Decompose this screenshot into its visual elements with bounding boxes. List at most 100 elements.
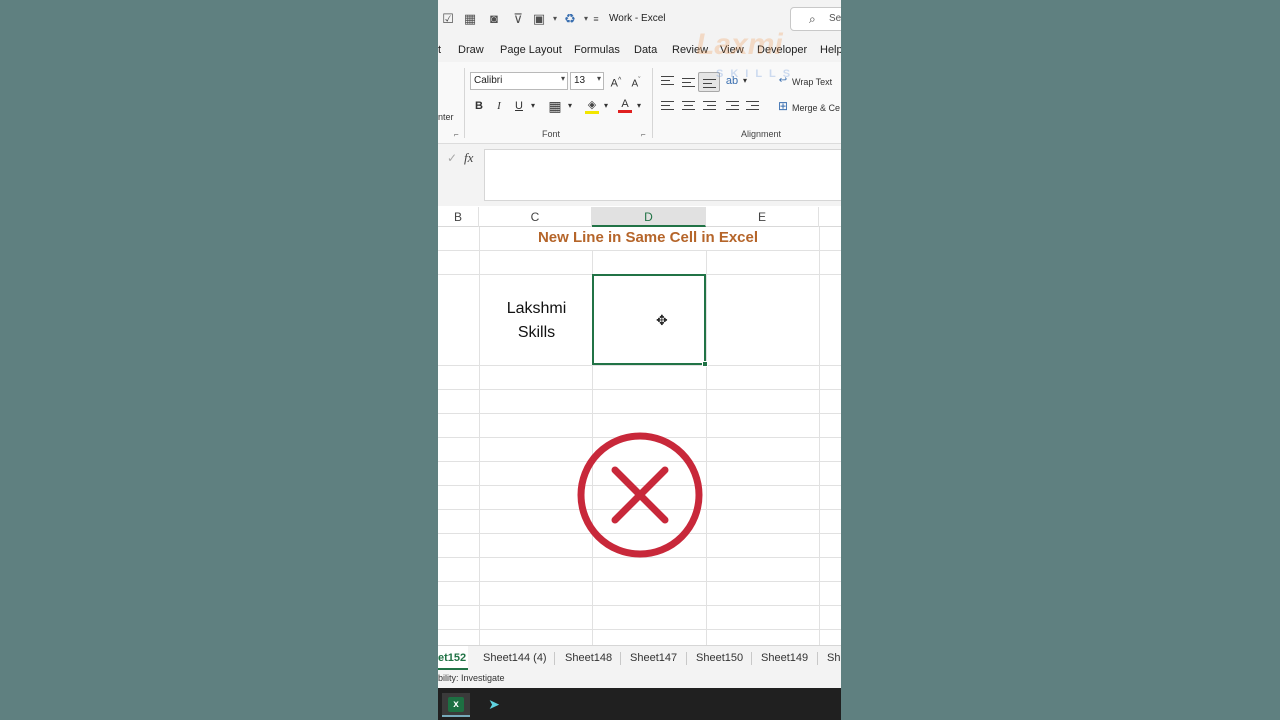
chevron-down-icon[interactable]: ▾ [634,97,644,115]
top-align-icon[interactable] [661,76,674,88]
table-icon[interactable]: ▦ [462,11,478,27]
image-icon[interactable]: ▣ [531,11,547,27]
decrease-font-size-button[interactable]: Aˇ [628,72,644,90]
gridline [438,413,841,414]
sheet-tab[interactable]: She [827,646,841,670]
chevron-down-icon: ▾ [560,74,565,83]
align-left-icon[interactable] [661,101,674,113]
sheet-tab[interactable]: Sheet147 [630,646,677,670]
bottom-align-icon [703,76,716,88]
paint-format-icon[interactable]: ♻ [562,11,578,27]
cell-c3-line2: Skills [517,324,556,341]
filter-icon[interactable]: ⊽ [510,11,526,27]
right-background [841,0,1280,720]
tab-page-layout[interactable]: Page Layout [500,44,562,56]
wrap-text-button[interactable]: Wrap Text [792,77,832,87]
gridline [438,250,841,251]
chevron-down-icon[interactable]: ▾ [601,97,611,115]
dialog-launcher-icon[interactable]: ⌐ [454,130,459,139]
font-group-label: Font [542,129,561,139]
checkbox-icon[interactable]: ☑ [440,11,456,27]
accessibility-status[interactable]: bility: Investigate [438,673,505,683]
gridline [819,227,820,645]
gridline [438,581,841,582]
chevron-down-icon[interactable]: ▾ [528,97,538,115]
search-text: Se [829,13,841,24]
font-name-combo[interactable]: Calibri ▾ [470,72,568,90]
formula-controls: ✓ fx [438,148,482,170]
chevron-down-icon[interactable]: ▾ [547,11,563,27]
excel-window: ☑ ▦ ◙ ⊽ ▣ ▾ ♻ ▾ ≡ Work - Excel ⌕ Se t Dr… [438,0,841,720]
column-header-c[interactable]: C [479,207,592,227]
align-right-icon[interactable] [703,101,716,113]
sheet-tab[interactable]: Sheet150 [696,646,743,670]
taskbar: x ➤ [438,688,841,720]
fill-color-icon[interactable]: ◈ [584,96,600,114]
app-taskbar-icon[interactable]: ➤ [482,693,506,717]
search-icon: ⌕ [809,12,816,26]
tab-help[interactable]: Help [820,44,841,56]
tab-formulas[interactable]: Formulas [574,44,620,56]
borders-icon[interactable]: ▦ [547,97,563,115]
tab-insert[interactable]: t [438,44,441,56]
tab-separator [817,652,818,665]
italic-button[interactable]: I [492,97,506,115]
sheet-tab-active[interactable]: et152 [438,646,468,670]
tab-separator [554,652,555,665]
merge-icon[interactable]: ⊞ [776,97,790,115]
worksheet-grid[interactable]: New Line in Same Cell in Excel Lakshmi S… [438,227,841,645]
cell-c3-line1: Lakshmi [506,300,567,317]
enter-check-icon[interactable]: ✓ [447,151,457,165]
gridline [438,629,841,630]
gridline [479,227,480,645]
increase-font-size-button[interactable]: A^ [608,72,624,90]
search-box[interactable]: ⌕ Se [790,7,841,31]
dialog-launcher-icon[interactable]: ⌐ [641,130,646,139]
camera-icon[interactable]: ◙ [486,11,502,27]
watermark-sub: SKILLS [716,68,798,80]
increase-indent-icon[interactable] [746,101,759,113]
fill-handle[interactable] [702,361,708,367]
merge-center-button[interactable]: Merge & Ce [792,103,840,113]
group-separator [652,68,653,138]
window-title: Work - Excel [609,13,666,24]
left-background [0,0,438,720]
sheet-title: New Line in Same Cell in Excel [537,229,759,246]
underline-button[interactable]: U [512,97,526,115]
sheet-tab[interactable]: Sheet149 [761,646,808,670]
status-bar: bility: Investigate [438,670,841,688]
formula-input[interactable] [484,149,841,201]
font-size-combo[interactable]: 13 ▾ [570,72,604,90]
selected-cell-d3[interactable] [592,274,708,367]
tab-separator [620,652,621,665]
column-header-d[interactable]: D [592,207,706,227]
sheet-tab[interactable]: Sheet144 (4) [483,646,547,670]
fx-icon[interactable]: fx [464,150,473,166]
sheet-tab[interactable]: Sheet148 [565,646,612,670]
sheet-tabs: et152 Sheet144 (4) Sheet148 Sheet147 She… [438,645,841,670]
align-center-icon[interactable] [682,101,695,113]
cell-cursor-icon: ✥ [656,312,668,328]
font-name-value: Calibri [474,75,503,86]
middle-align-icon[interactable] [682,76,695,88]
customize-qat-icon[interactable]: ≡ [588,11,604,27]
ribbon-left-fragment: nter [438,112,454,122]
tab-data[interactable]: Data [634,44,657,56]
tab-draw[interactable]: Draw [458,44,484,56]
gridline [438,365,841,366]
group-separator [464,68,465,138]
column-headers: B C D E [438,207,841,227]
chevron-down-icon[interactable]: ▾ [565,97,575,115]
cell-c3[interactable]: Lakshmi Skills [480,297,593,345]
gridline [438,389,841,390]
font-color-icon[interactable]: A [617,95,633,113]
column-header-b[interactable]: B [438,207,479,227]
column-header-e[interactable]: E [706,207,819,227]
decrease-indent-icon[interactable] [726,101,739,113]
tab-separator [751,652,752,665]
watermark-logo: Laxmi [696,28,783,61]
excel-taskbar-icon[interactable]: x [442,693,470,717]
font-size-value: 13 [574,75,586,86]
chevron-down-icon: ▾ [596,74,601,83]
bold-button[interactable]: B [472,97,486,115]
